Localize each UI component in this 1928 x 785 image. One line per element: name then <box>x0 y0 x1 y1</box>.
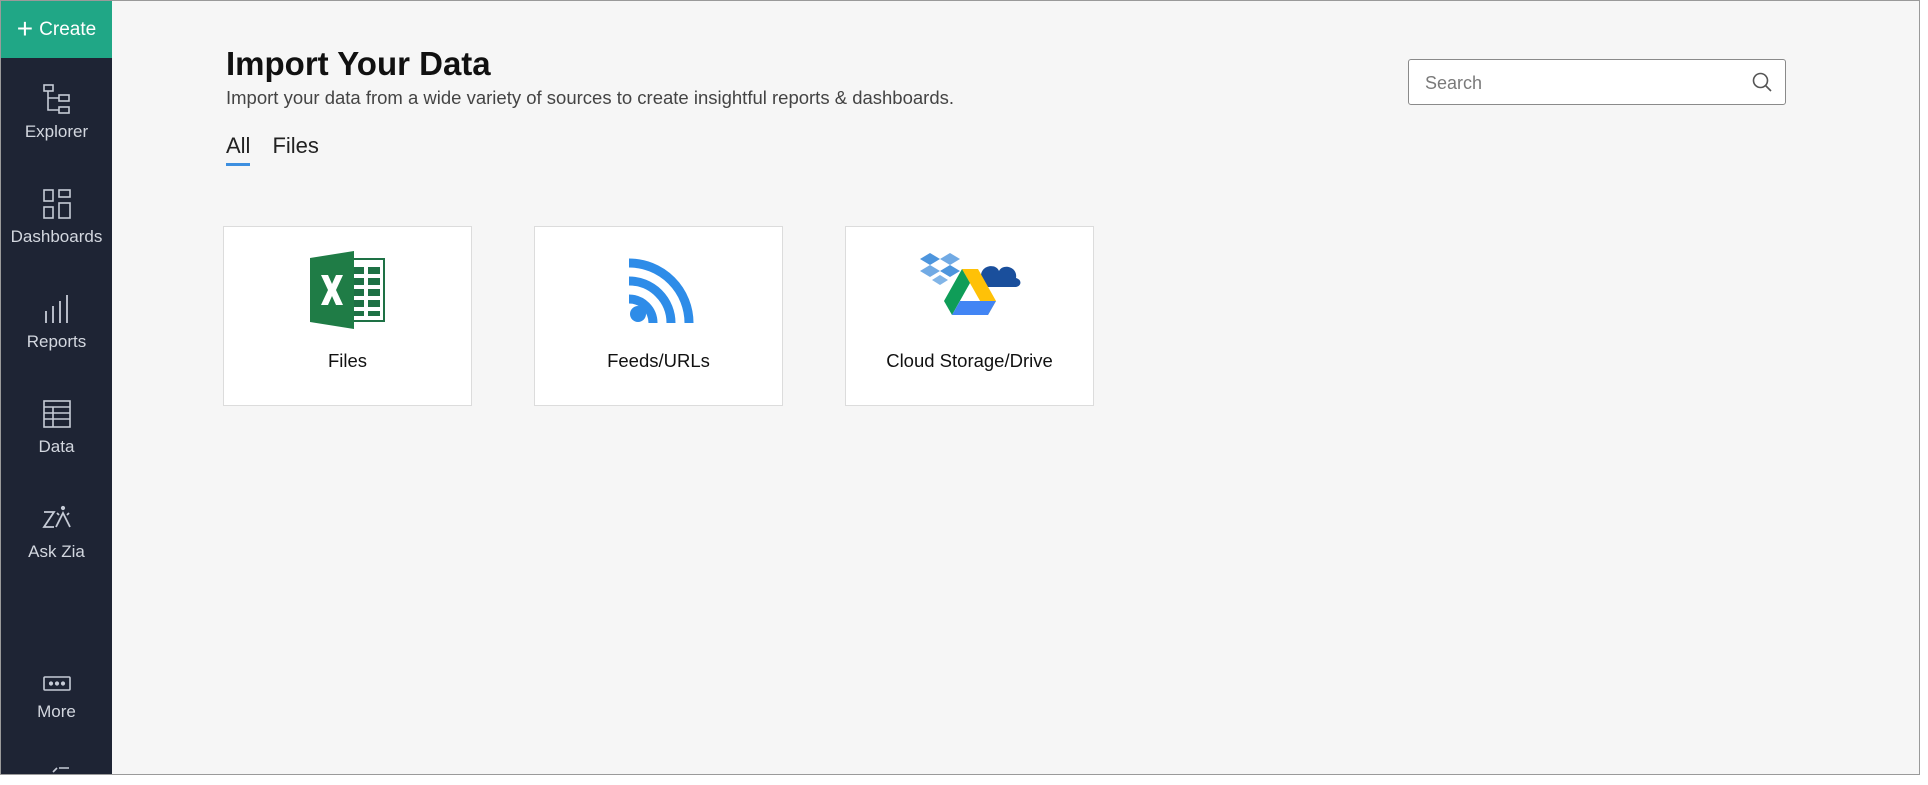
page-title: Import Your Data <box>226 45 491 82</box>
sidebar-item-explorer[interactable]: Explorer <box>1 83 112 173</box>
more-icon <box>42 673 72 695</box>
create-button[interactable]: + Create <box>1 1 112 58</box>
sidebar-item-dashboards[interactable]: Dashboards <box>1 188 112 278</box>
dashboards-icon <box>42 188 72 220</box>
sidebar-item-ask-zia[interactable]: Ask Zia <box>1 503 112 593</box>
sidebar-item-label: Data <box>38 437 75 456</box>
sidebar-item-more[interactable]: More <box>1 673 112 763</box>
sidebar-item-label: Reports <box>26 332 87 351</box>
reports-icon <box>42 293 72 325</box>
sidebar-item-label: More <box>37 702 76 721</box>
card-label: Cloud Storage/Drive <box>886 350 1053 371</box>
search-input[interactable] <box>1423 60 1747 106</box>
card-label: Feeds/URLs <box>607 350 710 371</box>
tab-bar: All Files <box>226 133 319 166</box>
cloud-storage-icon <box>918 251 1022 334</box>
ask-zia-icon <box>41 503 73 535</box>
excel-icon <box>308 251 388 334</box>
sidebar-item-label: Explorer <box>24 122 89 141</box>
import-card-files[interactable]: Files <box>223 226 472 406</box>
search-box <box>1408 59 1786 106</box>
import-card-feeds-urls[interactable]: Feeds/URLs <box>534 226 783 406</box>
data-table-icon <box>42 398 72 430</box>
search-icon[interactable] <box>1751 71 1773 98</box>
collapse-icon[interactable] <box>41 765 71 774</box>
sidebar-item-reports[interactable]: Reports <box>1 293 112 383</box>
sidebar-item-data[interactable]: Data <box>1 398 112 488</box>
create-label: Create <box>39 18 97 40</box>
card-label: Files <box>327 350 368 371</box>
tab-all[interactable]: All <box>226 133 251 166</box>
sidebar-item-label: Dashboards <box>10 227 103 246</box>
plus-icon: + <box>16 12 34 44</box>
sidebar-item-label: Ask Zia <box>28 542 85 561</box>
app-window: + Create Explorer Dashboards Reports Dat… <box>0 0 1920 775</box>
tab-files[interactable]: Files <box>272 133 318 166</box>
page-subtitle: Import your data from a wide variety of … <box>226 87 955 108</box>
import-card-cloud-storage[interactable]: Cloud Storage/Drive <box>845 226 1094 406</box>
explorer-icon <box>42 83 72 115</box>
sidebar: + Create Explorer Dashboards Reports Dat… <box>1 1 112 774</box>
rss-feed-icon <box>619 251 699 334</box>
main-content: Import Your Data Import your data from a… <box>112 1 1919 774</box>
